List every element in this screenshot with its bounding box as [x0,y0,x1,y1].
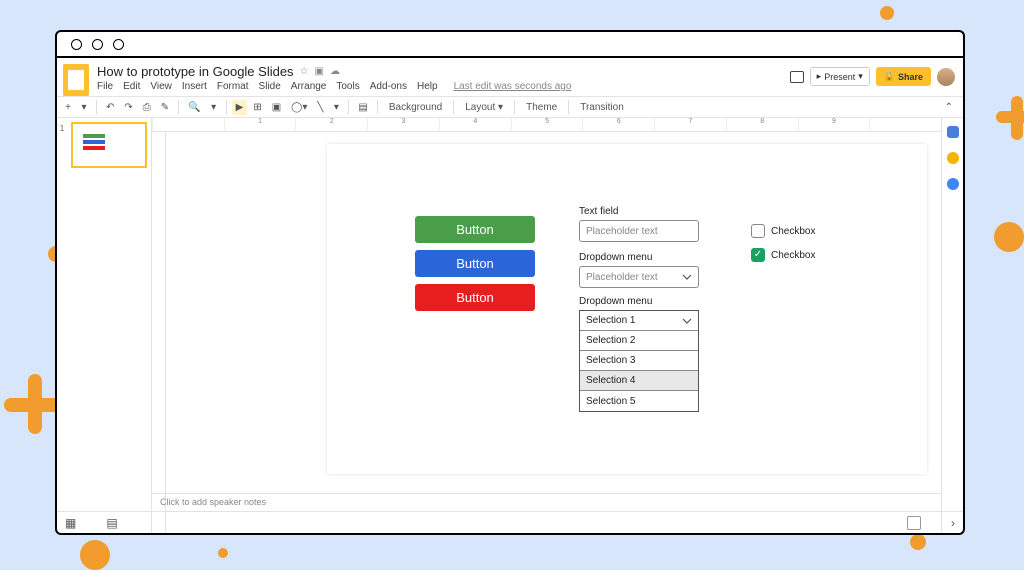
dropdown-option[interactable]: Selection 3 [580,351,698,371]
background-button[interactable]: Background [383,100,448,115]
move-icon[interactable]: ▣ [315,66,324,77]
window-titlebar [57,32,963,58]
layout-button[interactable]: Layout ▾ [459,100,509,115]
chevron-down-icon[interactable]: ▾ [207,100,221,115]
menu-addons[interactable]: Add-ons [370,81,407,92]
paint-format-button[interactable]: ✎ [157,100,173,115]
share-button[interactable]: 🔒 Share [876,67,931,86]
grid-view-icon[interactable]: ▤ [106,516,117,530]
chevron-down-icon[interactable]: ▾ [329,100,343,115]
checkbox-label: Checkbox [771,250,815,261]
vertical-ruler [152,132,166,533]
undo-button[interactable]: ↶ [102,100,118,115]
filmstrip-view-icon[interactable]: ▦ [65,516,76,530]
checkbox-label: Checkbox [771,226,815,237]
chevron-down-icon [682,272,692,282]
chevron-right-icon[interactable]: › [951,516,955,530]
window-dot[interactable] [92,39,103,50]
blue-button[interactable]: Button [415,250,535,277]
menu-insert[interactable]: Insert [182,81,207,92]
toolbar: + ▾ ↶ ↷ ⎙ ✎ 🔍 ▾ ▶ ⊞ ▣ ◯▾ ╲ ▾ ▤ Backgroun… [57,96,963,118]
dropdown-field[interactable]: Placeholder text [579,266,699,288]
dropdown-option[interactable]: Selection 4 [580,371,698,391]
speaker-notes[interactable]: Click to add speaker notes [152,493,941,511]
horizontal-ruler: 123456789 [152,118,941,132]
side-panel [941,118,963,533]
redo-button[interactable]: ↷ [120,100,136,115]
present-button[interactable]: ▸ Present ▾ [810,67,870,86]
slides-logo-icon [63,64,89,96]
menu-tools[interactable]: Tools [336,81,359,92]
textbox-tool[interactable]: ⊞ [249,100,265,115]
transition-button[interactable]: Transition [574,100,630,115]
slide-thumbnail[interactable] [71,122,147,168]
slide-canvas[interactable]: Button Button Button Text field Placehol… [327,144,927,474]
star-icon[interactable]: ☆ [300,66,309,77]
line-tool[interactable]: ╲ [313,100,327,115]
menu-arrange[interactable]: Arrange [291,81,327,92]
dropdown-label: Dropdown menu [579,252,652,263]
dropdown-expanded: Selection 1 Selection 2 Selection 3 Sele… [579,310,699,412]
menu-edit[interactable]: Edit [123,81,140,92]
window-dot[interactable] [113,39,124,50]
cloud-icon[interactable]: ☁ [330,66,340,77]
menu-slide[interactable]: Slide [259,81,281,92]
print-button[interactable]: ⎙ [139,100,155,115]
green-button[interactable]: Button [415,216,535,243]
theme-button[interactable]: Theme [520,100,563,115]
checkbox-checked[interactable] [751,248,765,262]
text-field[interactable]: Placeholder text [579,220,699,242]
dropdown-option[interactable]: Selection 2 [580,331,698,351]
red-button[interactable]: Button [415,284,535,311]
dropdown-option[interactable]: Selection 5 [580,391,698,411]
window-dot[interactable] [71,39,82,50]
dropdown-option[interactable]: Selection 1 [580,311,698,331]
new-slide-button[interactable]: + [61,100,75,115]
comments-icon[interactable] [790,71,804,83]
keep-icon[interactable] [947,152,959,164]
menu-help[interactable]: Help [417,81,438,92]
menu-file[interactable]: File [97,81,113,92]
checkbox-unchecked[interactable] [751,224,765,238]
explore-button[interactable] [907,516,921,530]
calendar-icon[interactable] [947,126,959,138]
last-edit-text[interactable]: Last edit was seconds ago [454,81,572,92]
select-tool[interactable]: ▶ [232,100,248,115]
text-field-label: Text field [579,206,618,217]
chevron-down-icon [682,316,692,326]
menu-format[interactable]: Format [217,81,249,92]
menu-view[interactable]: View [150,81,172,92]
document-title[interactable]: How to prototype in Google Slides [97,64,294,79]
comment-button[interactable]: ▤ [354,100,371,115]
avatar[interactable] [937,68,955,86]
browser-window: How to prototype in Google Slides ☆ ▣ ☁ … [55,30,965,535]
zoom-button[interactable]: 🔍 [184,100,204,115]
chevron-down-icon[interactable]: ▾ [77,100,91,115]
tasks-icon[interactable] [947,178,959,190]
collapse-toolbar-button[interactable]: ⌃ [945,102,959,113]
image-tool[interactable]: ▣ [268,100,285,115]
shape-tool[interactable]: ◯▾ [287,100,311,115]
dropdown-label: Dropdown menu [579,296,652,307]
slide-number: 1 [57,118,67,533]
menu-bar: File Edit View Insert Format Slide Arran… [97,81,790,92]
